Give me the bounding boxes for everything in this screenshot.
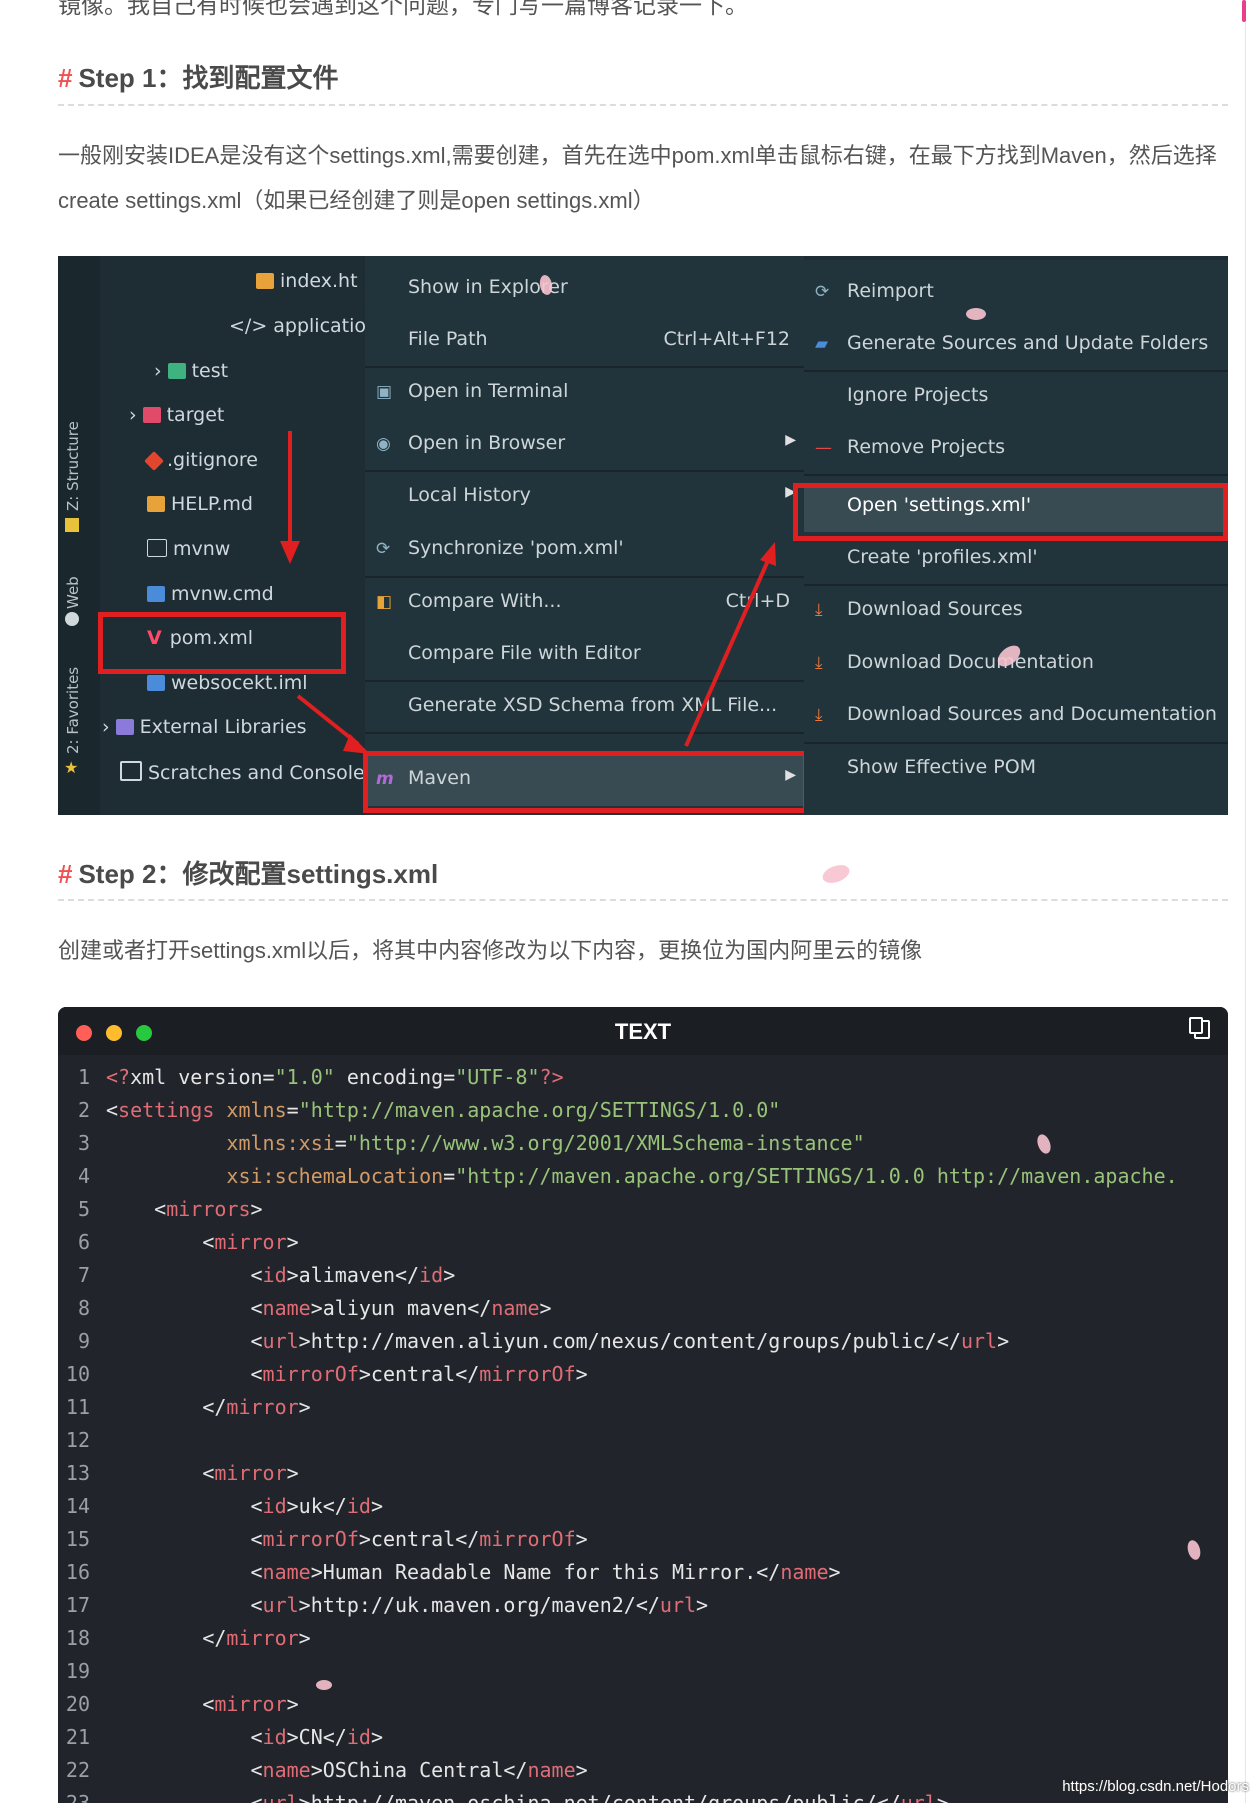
step1-paragraph: 一般刚安装IDEA是没有这个settings.xml,需要创建，首先在选中pom… [58,143,1217,213]
code-line: 16 <name>Human Readable Name for this Mi… [65,1560,841,1584]
copy-icon[interactable] [1189,1017,1210,1039]
step2-paragraph: 创建或者打开settings.xml以后，将其中内容修改为以下内容，更换位为国内… [58,938,923,963]
scrollbar-track[interactable] [1245,0,1246,1803]
code-line: 12 [65,1428,90,1452]
code-line: 21 <id>CN</id> [65,1725,383,1749]
step2-title: Step 2：修改配置settings.xml [78,859,439,889]
code-line: 6 <mirror> [77,1230,299,1254]
arrow-up [684,555,772,747]
petal-decoration [966,308,986,320]
divider [58,899,1228,901]
code-line: 15 <mirrorOf>central</mirrorOf> [65,1527,588,1551]
step2-heading: # Step 2：修改配置settings.xml [58,854,438,891]
code-line: 22 <name>OSChina Central</name> [65,1758,588,1782]
petal-decoration [316,1680,332,1690]
heading-anchor[interactable]: # [58,859,72,889]
ide-screenshot: Z: Structure Web 2: Favorites ★ index.ht… [58,256,1228,815]
code-line: 9 <url>http://maven.aliyun.com/nexus/con… [77,1329,1010,1353]
code-line: 17 <url>http://uk.maven.org/maven2/</url… [65,1593,709,1617]
heading-anchor[interactable]: # [58,63,72,93]
code-language-label: TEXT [614,1019,672,1044]
code-line: 18 </mirror> [65,1626,311,1650]
code-line: 19 [65,1659,90,1683]
step1-heading: # Step 1：找到配置文件 [58,58,339,95]
code-line: 8 <name>aliyun maven</name> [77,1296,552,1320]
code-block: TEXT 1 <?xml version="1.0" encoding="UTF-… [58,1007,1228,1803]
arrow-head [280,541,300,564]
watermark: https://blog.csdn.net/Hodors [1062,1778,1249,1795]
code-line: 10 <mirrorOf>central</mirrorOf> [65,1362,588,1386]
code-line: 5 <mirrors> [77,1197,263,1221]
code-line: 1 <?xml version="1.0" encoding="UTF-8"?> [77,1065,564,1089]
code-line: 14 <id>uk</id> [65,1494,383,1518]
scrollbar-thumb[interactable] [1242,0,1246,22]
code-line: 3 xmlns:xsi="http://www.w3.org/2001/XMLS… [77,1131,865,1155]
article: 镜像。我自己有时候也会遇到这个问题，专门写一篇博客记录一下。 # Step 1：找… [0,0,1257,1803]
code-line: 4 xsi:schemaLocation="http://maven.apach… [77,1164,1178,1188]
divider [58,104,1228,106]
code-line: 23 <url>http://maven.oschina.net/content… [65,1791,949,1803]
code-line: 20 <mirror> [65,1692,299,1716]
step1-title: Step 1：找到配置文件 [78,63,339,93]
annotation-arrows [280,431,776,754]
code-line: 13 <mirror> [65,1461,299,1485]
code-header: TEXT [58,1007,1228,1055]
arrow-head [760,542,776,566]
code-line: 11 </mirror> [65,1395,311,1419]
intro-text: 镜像。我自己有时候也会遇到这个问题，专门写一篇博客记录一下。 [58,0,748,18]
code-line: 7 <id>alimaven</id> [77,1263,456,1287]
petal-decoration [820,861,852,887]
code-line: 2 <settings xmlns="http://maven.apache.or… [77,1098,781,1122]
code-lines: 1 <?xml version="1.0" encoding="UTF-8"?> … [58,1061,1228,1803]
